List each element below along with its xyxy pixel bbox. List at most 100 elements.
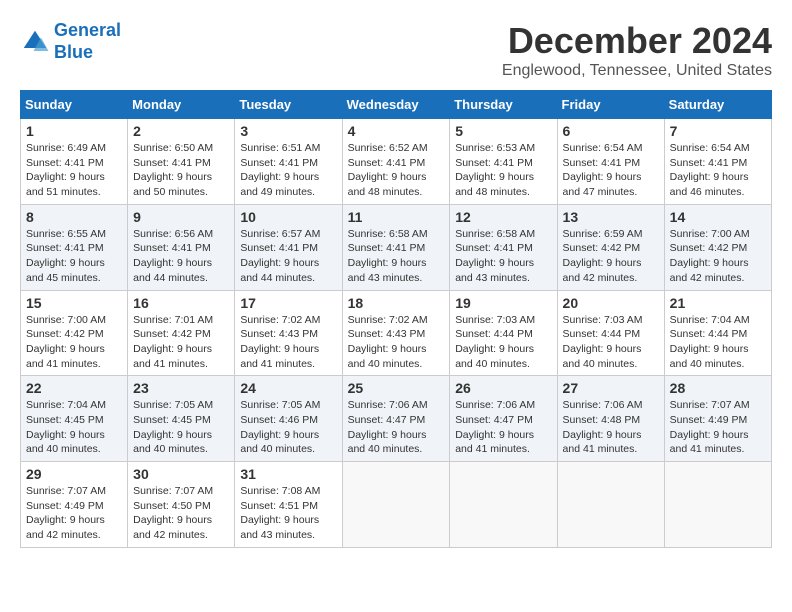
day-info: Sunrise: 7:06 AM Sunset: 4:48 PM Dayligh…	[563, 398, 659, 457]
day-info: Sunrise: 7:07 AM Sunset: 4:49 PM Dayligh…	[26, 484, 122, 543]
weekday-header: Sunday	[21, 91, 128, 119]
calendar-cell: 19 Sunrise: 7:03 AM Sunset: 4:44 PM Dayl…	[450, 290, 557, 376]
logo-line1: General	[54, 20, 121, 40]
day-info: Sunrise: 6:55 AM Sunset: 4:41 PM Dayligh…	[26, 227, 122, 286]
day-number: 21	[670, 295, 766, 311]
day-number: 28	[670, 380, 766, 396]
calendar-cell: 30 Sunrise: 7:07 AM Sunset: 4:50 PM Dayl…	[128, 462, 235, 548]
day-number: 2	[133, 123, 229, 139]
day-number: 12	[455, 209, 551, 225]
page-header: General Blue December 2024 Englewood, Te…	[20, 20, 772, 80]
logo-line2: Blue	[54, 42, 93, 62]
day-info: Sunrise: 7:06 AM Sunset: 4:47 PM Dayligh…	[348, 398, 445, 457]
calendar-cell: 23 Sunrise: 7:05 AM Sunset: 4:45 PM Dayl…	[128, 376, 235, 462]
day-number: 8	[26, 209, 122, 225]
calendar-cell: 11 Sunrise: 6:58 AM Sunset: 4:41 PM Dayl…	[342, 204, 450, 290]
day-number: 27	[563, 380, 659, 396]
day-info: Sunrise: 6:58 AM Sunset: 4:41 PM Dayligh…	[455, 227, 551, 286]
day-number: 5	[455, 123, 551, 139]
day-number: 30	[133, 466, 229, 482]
calendar-cell: 14 Sunrise: 7:00 AM Sunset: 4:42 PM Dayl…	[664, 204, 771, 290]
weekday-header-row: SundayMondayTuesdayWednesdayThursdayFrid…	[21, 91, 772, 119]
day-info: Sunrise: 6:52 AM Sunset: 4:41 PM Dayligh…	[348, 141, 445, 200]
day-info: Sunrise: 7:07 AM Sunset: 4:50 PM Dayligh…	[133, 484, 229, 543]
day-number: 26	[455, 380, 551, 396]
day-number: 3	[240, 123, 336, 139]
calendar-week-row: 1 Sunrise: 6:49 AM Sunset: 4:41 PM Dayli…	[21, 119, 772, 205]
day-info: Sunrise: 7:05 AM Sunset: 4:45 PM Dayligh…	[133, 398, 229, 457]
day-info: Sunrise: 6:54 AM Sunset: 4:41 PM Dayligh…	[563, 141, 659, 200]
calendar-cell: 2 Sunrise: 6:50 AM Sunset: 4:41 PM Dayli…	[128, 119, 235, 205]
calendar-cell: 5 Sunrise: 6:53 AM Sunset: 4:41 PM Dayli…	[450, 119, 557, 205]
day-info: Sunrise: 7:04 AM Sunset: 4:45 PM Dayligh…	[26, 398, 122, 457]
calendar-cell: 13 Sunrise: 6:59 AM Sunset: 4:42 PM Dayl…	[557, 204, 664, 290]
day-info: Sunrise: 7:00 AM Sunset: 4:42 PM Dayligh…	[670, 227, 766, 286]
day-info: Sunrise: 7:05 AM Sunset: 4:46 PM Dayligh…	[240, 398, 336, 457]
day-number: 4	[348, 123, 445, 139]
calendar-cell: 17 Sunrise: 7:02 AM Sunset: 4:43 PM Dayl…	[235, 290, 342, 376]
day-info: Sunrise: 6:49 AM Sunset: 4:41 PM Dayligh…	[26, 141, 122, 200]
day-number: 9	[133, 209, 229, 225]
day-info: Sunrise: 7:06 AM Sunset: 4:47 PM Dayligh…	[455, 398, 551, 457]
day-info: Sunrise: 7:08 AM Sunset: 4:51 PM Dayligh…	[240, 484, 336, 543]
day-number: 22	[26, 380, 122, 396]
calendar-cell: 1 Sunrise: 6:49 AM Sunset: 4:41 PM Dayli…	[21, 119, 128, 205]
day-info: Sunrise: 6:50 AM Sunset: 4:41 PM Dayligh…	[133, 141, 229, 200]
calendar-cell: 22 Sunrise: 7:04 AM Sunset: 4:45 PM Dayl…	[21, 376, 128, 462]
day-number: 23	[133, 380, 229, 396]
calendar-cell: 15 Sunrise: 7:00 AM Sunset: 4:42 PM Dayl…	[21, 290, 128, 376]
calendar-cell: 26 Sunrise: 7:06 AM Sunset: 4:47 PM Dayl…	[450, 376, 557, 462]
day-info: Sunrise: 6:57 AM Sunset: 4:41 PM Dayligh…	[240, 227, 336, 286]
day-number: 31	[240, 466, 336, 482]
weekday-header: Friday	[557, 91, 664, 119]
calendar-table: SundayMondayTuesdayWednesdayThursdayFrid…	[20, 90, 772, 548]
day-info: Sunrise: 6:56 AM Sunset: 4:41 PM Dayligh…	[133, 227, 229, 286]
calendar-cell: 20 Sunrise: 7:03 AM Sunset: 4:44 PM Dayl…	[557, 290, 664, 376]
title-area: December 2024 Englewood, Tennessee, Unit…	[502, 20, 772, 80]
logo: General Blue	[20, 20, 121, 63]
calendar-cell: 12 Sunrise: 6:58 AM Sunset: 4:41 PM Dayl…	[450, 204, 557, 290]
day-info: Sunrise: 6:58 AM Sunset: 4:41 PM Dayligh…	[348, 227, 445, 286]
month-title: December 2024	[502, 20, 772, 62]
day-number: 1	[26, 123, 122, 139]
day-number: 18	[348, 295, 445, 311]
day-info: Sunrise: 7:00 AM Sunset: 4:42 PM Dayligh…	[26, 313, 122, 372]
day-number: 17	[240, 295, 336, 311]
day-number: 10	[240, 209, 336, 225]
day-info: Sunrise: 7:01 AM Sunset: 4:42 PM Dayligh…	[133, 313, 229, 372]
day-info: Sunrise: 6:53 AM Sunset: 4:41 PM Dayligh…	[455, 141, 551, 200]
day-info: Sunrise: 7:03 AM Sunset: 4:44 PM Dayligh…	[455, 313, 551, 372]
day-info: Sunrise: 6:59 AM Sunset: 4:42 PM Dayligh…	[563, 227, 659, 286]
calendar-cell: 24 Sunrise: 7:05 AM Sunset: 4:46 PM Dayl…	[235, 376, 342, 462]
calendar-cell: 28 Sunrise: 7:07 AM Sunset: 4:49 PM Dayl…	[664, 376, 771, 462]
day-number: 14	[670, 209, 766, 225]
calendar-cell: 7 Sunrise: 6:54 AM Sunset: 4:41 PM Dayli…	[664, 119, 771, 205]
calendar-week-row: 22 Sunrise: 7:04 AM Sunset: 4:45 PM Dayl…	[21, 376, 772, 462]
day-info: Sunrise: 7:02 AM Sunset: 4:43 PM Dayligh…	[240, 313, 336, 372]
day-info: Sunrise: 6:51 AM Sunset: 4:41 PM Dayligh…	[240, 141, 336, 200]
calendar-cell: 3 Sunrise: 6:51 AM Sunset: 4:41 PM Dayli…	[235, 119, 342, 205]
weekday-header: Wednesday	[342, 91, 450, 119]
logo-text: General Blue	[54, 20, 121, 63]
calendar-cell: 27 Sunrise: 7:06 AM Sunset: 4:48 PM Dayl…	[557, 376, 664, 462]
calendar-cell	[664, 462, 771, 548]
day-info: Sunrise: 7:03 AM Sunset: 4:44 PM Dayligh…	[563, 313, 659, 372]
day-number: 6	[563, 123, 659, 139]
calendar-cell: 25 Sunrise: 7:06 AM Sunset: 4:47 PM Dayl…	[342, 376, 450, 462]
location: Englewood, Tennessee, United States	[502, 62, 772, 80]
calendar-week-row: 8 Sunrise: 6:55 AM Sunset: 4:41 PM Dayli…	[21, 204, 772, 290]
calendar-cell: 10 Sunrise: 6:57 AM Sunset: 4:41 PM Dayl…	[235, 204, 342, 290]
calendar-cell: 29 Sunrise: 7:07 AM Sunset: 4:49 PM Dayl…	[21, 462, 128, 548]
day-info: Sunrise: 7:07 AM Sunset: 4:49 PM Dayligh…	[670, 398, 766, 457]
day-number: 13	[563, 209, 659, 225]
calendar-cell	[342, 462, 450, 548]
day-info: Sunrise: 7:02 AM Sunset: 4:43 PM Dayligh…	[348, 313, 445, 372]
day-number: 15	[26, 295, 122, 311]
day-number: 24	[240, 380, 336, 396]
day-info: Sunrise: 7:04 AM Sunset: 4:44 PM Dayligh…	[670, 313, 766, 372]
calendar-cell: 9 Sunrise: 6:56 AM Sunset: 4:41 PM Dayli…	[128, 204, 235, 290]
day-number: 25	[348, 380, 445, 396]
calendar-cell: 16 Sunrise: 7:01 AM Sunset: 4:42 PM Dayl…	[128, 290, 235, 376]
calendar-cell: 6 Sunrise: 6:54 AM Sunset: 4:41 PM Dayli…	[557, 119, 664, 205]
weekday-header: Thursday	[450, 91, 557, 119]
